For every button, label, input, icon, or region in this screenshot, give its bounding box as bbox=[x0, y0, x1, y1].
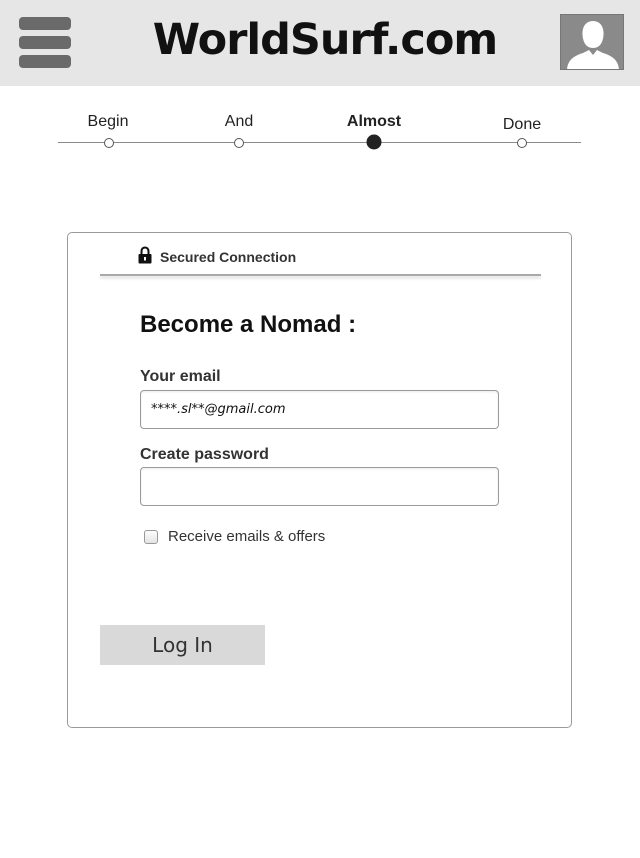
step-dot-begin bbox=[104, 138, 114, 148]
site-title: WorldSurf.com bbox=[152, 15, 498, 65]
step-dot-done bbox=[517, 138, 527, 148]
offers-checkbox[interactable] bbox=[144, 529, 158, 544]
user-avatar-icon[interactable] bbox=[560, 14, 624, 70]
top-header: WorldSurf.com bbox=[0, 0, 640, 86]
step-label-almost: Almost bbox=[346, 113, 402, 130]
step-label-and: And bbox=[224, 113, 254, 130]
lock-icon bbox=[138, 245, 152, 269]
divider bbox=[100, 274, 541, 276]
secure-connection-label: Secured Connection bbox=[160, 249, 297, 265]
offers-checkbox-row[interactable]: Receive emails & offers bbox=[144, 528, 325, 545]
step-label-done: Done bbox=[502, 116, 542, 133]
form-title: Become a Nomad : bbox=[140, 311, 357, 338]
password-label: Create password bbox=[140, 446, 269, 463]
offers-checkbox-label[interactable]: Receive emails & offers bbox=[168, 528, 325, 545]
signup-card: Secured Connection Become a Nomad : Your… bbox=[67, 232, 572, 728]
login-button[interactable]: Log In bbox=[100, 625, 265, 665]
secure-connection: Secured Connection bbox=[138, 245, 297, 269]
step-label-begin: Begin bbox=[87, 113, 129, 130]
progress-line bbox=[58, 142, 581, 143]
signup-progress: Begin And Almost Done bbox=[0, 100, 640, 160]
email-label: Your email bbox=[140, 368, 221, 385]
step-dot-and bbox=[234, 138, 244, 148]
step-dot-almost bbox=[366, 134, 382, 150]
email-field[interactable] bbox=[140, 390, 499, 429]
password-field[interactable] bbox=[140, 467, 499, 506]
